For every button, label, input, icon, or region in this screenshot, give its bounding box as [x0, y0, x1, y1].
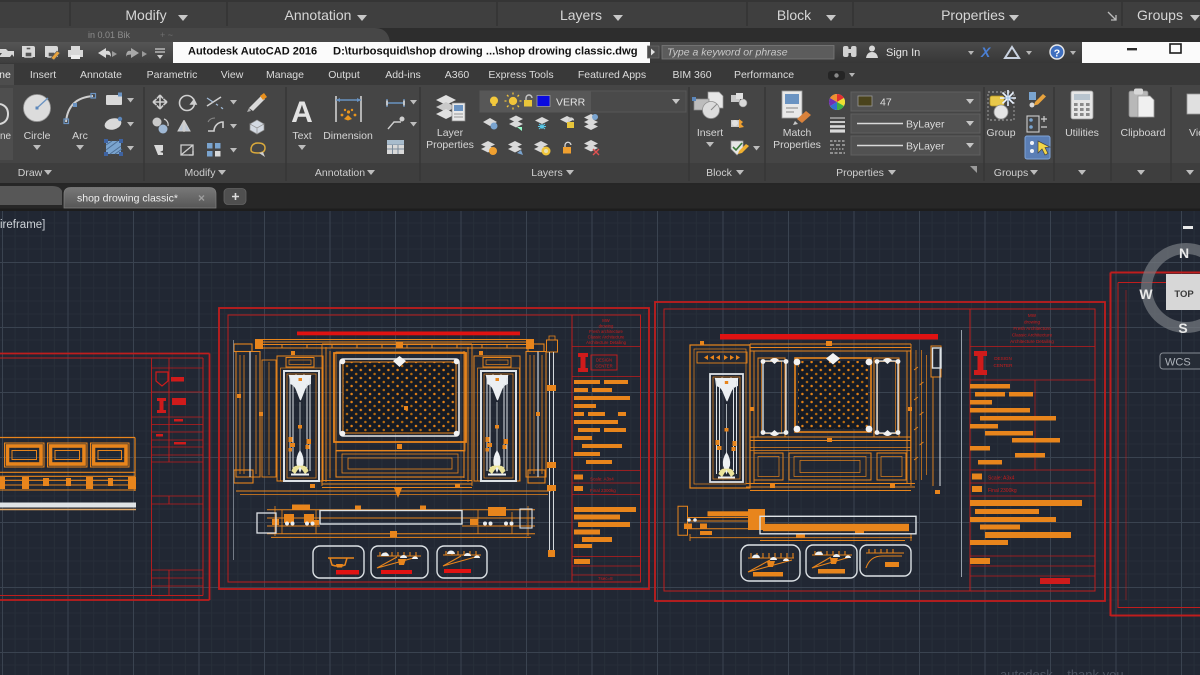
- svg-text:VERR: VERR: [556, 97, 586, 109]
- svg-text:Scale: A3x4: Scale: A3x4: [988, 476, 1015, 482]
- svg-text:TOP: TOP: [1174, 289, 1194, 300]
- svg-text:Layers: Layers: [560, 7, 602, 23]
- svg-text:Scale: A3x4: Scale: A3x4: [590, 477, 614, 482]
- svg-text:Groups: Groups: [1137, 7, 1183, 23]
- svg-text:?: ?: [1054, 48, 1060, 60]
- svg-text:Utilities: Utilities: [1065, 127, 1099, 139]
- svg-text:MW: MW: [602, 318, 609, 323]
- svg-text:Type a keyword or phrase: Type a keyword or phrase: [667, 47, 788, 59]
- svg-text:Layers: Layers: [531, 167, 563, 179]
- svg-text:Block: Block: [706, 167, 732, 179]
- svg-text:Fresh architecture: Fresh architecture: [589, 329, 623, 334]
- svg-text:Properties: Properties: [426, 139, 474, 151]
- svg-text:W: W: [1139, 286, 1153, 302]
- svg-text:Annotation: Annotation: [315, 167, 365, 179]
- svg-text:in 0.01 Bik: in 0.01 Bik: [88, 30, 131, 40]
- svg-text:+ ~: + ~: [160, 30, 173, 40]
- svg-text:Classic Architecture: Classic Architecture: [1012, 333, 1053, 338]
- svg-text:Annotate: Annotate: [80, 69, 122, 81]
- svg-text:ByLayer: ByLayer: [906, 141, 945, 153]
- svg-text:Parametric: Parametric: [147, 69, 198, 81]
- svg-text:ne: ne: [0, 69, 11, 81]
- svg-text:Final 2300kg: Final 2300kg: [590, 488, 616, 493]
- svg-text:drowing: drowing: [1024, 320, 1041, 325]
- svg-text:Autodesk AutoCAD 2016: Autodesk AutoCAD 2016: [188, 46, 317, 58]
- svg-text:DESIGN: DESIGN: [596, 358, 612, 363]
- svg-text:A360: A360: [445, 69, 470, 81]
- svg-text:CENTER: CENTER: [994, 363, 1014, 368]
- svg-text:ireframe]: ireframe]: [0, 219, 45, 231]
- svg-text:WCS: WCS: [1165, 357, 1191, 369]
- svg-text:BIM 360: BIM 360: [672, 69, 711, 81]
- svg-text:CENTER: CENTER: [595, 364, 612, 369]
- svg-text:7sec=8: 7sec=8: [598, 576, 613, 581]
- svg-text:Text: Text: [292, 130, 311, 142]
- svg-text:Groups: Groups: [994, 167, 1028, 179]
- svg-text:Architecture Detailing: Architecture Detailing: [586, 340, 626, 345]
- svg-text:autodesk .. thank you: autodesk .. thank you: [1000, 667, 1124, 675]
- svg-text:Sign In: Sign In: [886, 47, 920, 59]
- svg-text:Fresh Architecture: Fresh Architecture: [1013, 326, 1051, 331]
- svg-text:Insert: Insert: [30, 69, 56, 81]
- svg-text:Properties: Properties: [773, 139, 821, 151]
- svg-text:Modify: Modify: [125, 7, 166, 23]
- svg-text:Match: Match: [783, 127, 812, 139]
- svg-text:Draw: Draw: [18, 167, 43, 179]
- svg-text:Block: Block: [777, 7, 812, 23]
- svg-text:ByLayer: ByLayer: [906, 119, 945, 131]
- svg-text:Group: Group: [986, 127, 1015, 139]
- svg-text:Express Tools: Express Tools: [488, 69, 553, 81]
- svg-text:47: 47: [880, 97, 892, 109]
- svg-text:Annotation: Annotation: [285, 7, 352, 23]
- svg-text:S: S: [1178, 320, 1187, 336]
- svg-text:shop drowing classic*: shop drowing classic*: [77, 193, 178, 205]
- svg-text:Add-ins: Add-ins: [385, 69, 421, 81]
- svg-text:Performance: Performance: [734, 69, 794, 81]
- svg-text:X: X: [980, 44, 992, 60]
- svg-text:Insert: Insert: [697, 127, 723, 139]
- svg-text:Dimension: Dimension: [323, 130, 373, 142]
- svg-text:N: N: [1179, 245, 1189, 261]
- svg-text:View: View: [221, 69, 244, 81]
- svg-text:Layer: Layer: [437, 127, 464, 139]
- svg-text:Properties: Properties: [836, 167, 884, 179]
- svg-text:D:\turbosquid\shop drowing ...: D:\turbosquid\shop drowing ...\shop drow…: [333, 46, 638, 58]
- svg-text:Circle: Circle: [24, 130, 51, 142]
- svg-text:MW: MW: [1028, 313, 1037, 318]
- svg-text:Modify: Modify: [185, 167, 217, 179]
- svg-text:Vie: Vie: [1189, 127, 1200, 139]
- svg-text:Manage: Manage: [266, 69, 304, 81]
- svg-text:Featured Apps: Featured Apps: [578, 69, 646, 81]
- svg-text:ne: ne: [0, 131, 12, 142]
- svg-text:DESIGN: DESIGN: [994, 356, 1012, 361]
- svg-text:Arc: Arc: [72, 130, 88, 142]
- svg-text:A: A: [291, 96, 313, 129]
- svg-text:Architecture Detailing: Architecture Detailing: [1010, 339, 1054, 344]
- svg-text:Output: Output: [328, 69, 360, 81]
- svg-text:Clipboard: Clipboard: [1121, 127, 1166, 139]
- svg-text:Classic Architecture: Classic Architecture: [588, 335, 625, 340]
- svg-text:drowing: drowing: [599, 324, 614, 329]
- svg-text:Properties: Properties: [941, 7, 1005, 23]
- svg-text:Final 2300kg: Final 2300kg: [988, 488, 1017, 494]
